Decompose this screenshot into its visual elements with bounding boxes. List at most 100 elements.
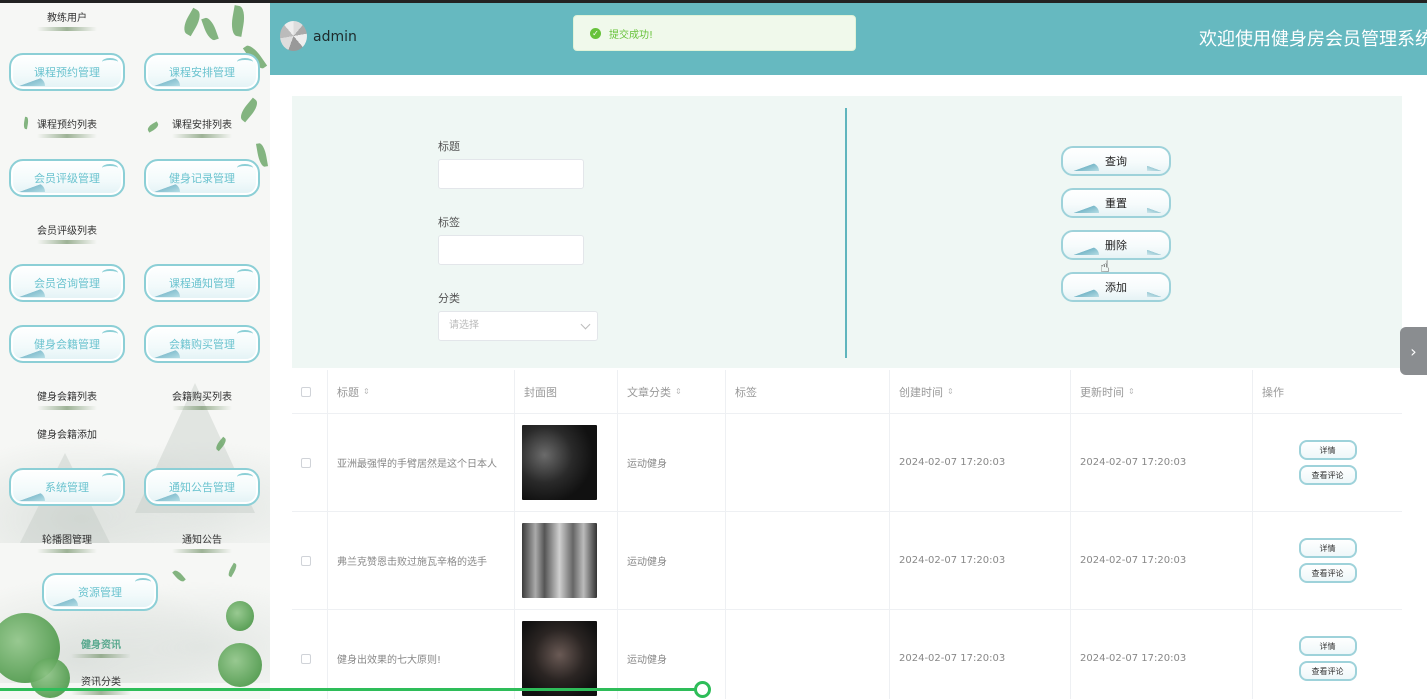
column-category-label: 文章分类 <box>627 385 671 399</box>
created-cell: 2024-02-07 17:20:03 <box>890 610 1071 699</box>
tag-cell <box>726 610 890 699</box>
category-select[interactable]: 请选择 <box>438 311 598 341</box>
video-progress-bar[interactable] <box>0 688 703 691</box>
detail-button[interactable]: 详情 <box>1298 636 1357 656</box>
created-cell: 2024-02-07 17:20:03 <box>890 512 1071 609</box>
submenu-course-schedule-list[interactable]: 课程安排列表 <box>147 116 257 138</box>
hand-cursor-icon: ☝ <box>1100 257 1110 276</box>
success-check-icon: ✓ <box>590 27 601 39</box>
chevron-down-icon <box>580 319 591 330</box>
category-cell: 运动健身 <box>618 512 726 609</box>
column-header-cover: 封面图 <box>515 370 618 413</box>
menu-membership-purchase[interactable]: 会籍购买管理 <box>144 325 260 363</box>
leaf-decoration <box>180 7 204 37</box>
submenu-news-category[interactable]: 资讯分类 <box>46 673 156 695</box>
table-row: 弗兰克赞恩击败过施瓦辛格的选手 运动健身 2024-02-07 17:20:03… <box>292 512 1402 610</box>
sort-caret-icon[interactable]: ⇕ <box>675 387 682 396</box>
submenu-course-booking-list[interactable]: 课程预约列表 <box>12 116 122 138</box>
column-header-title[interactable]: 标题 ⇕ <box>328 370 515 413</box>
top-header: admin ✓ 提交成功! 欢迎使用健身房会员管理系统 <box>270 3 1427 75</box>
menu-membership[interactable]: 健身会籍管理 <box>9 325 125 363</box>
column-title-label: 标题 <box>337 385 359 399</box>
actions-cell: 详情 查看评论 <box>1253 512 1402 609</box>
lotus-leaf-decoration <box>226 601 254 631</box>
reset-button[interactable]: 重置 <box>1061 188 1171 218</box>
title-input[interactable] <box>438 159 584 189</box>
category-label: 分类 <box>438 292 460 305</box>
sidebar: 教练用户 课程预约管理 课程安排管理 课程预约列表 课程安排列表 会员评级管理 … <box>0 3 270 699</box>
cover-cell <box>515 414 618 511</box>
sort-caret-icon[interactable]: ⇕ <box>947 387 954 396</box>
updated-cell: 2024-02-07 17:20:03 <box>1071 512 1253 609</box>
column-header-updated[interactable]: 更新时间 ⇕ <box>1071 370 1253 413</box>
tag-input[interactable] <box>438 235 584 265</box>
submenu-carousel[interactable]: 轮播图管理 <box>12 531 122 553</box>
cover-image[interactable] <box>522 621 597 696</box>
category-cell: 运动健身 <box>618 414 726 511</box>
submenu-member-rating-list[interactable]: 会员评级列表 <box>12 222 122 244</box>
panel-divider <box>845 108 847 358</box>
tag-cell <box>726 512 890 609</box>
query-button[interactable]: 查询 <box>1061 146 1171 176</box>
search-panel: 标题 标签 分类 请选择 查询 重置 删除 添加 <box>292 96 1402 368</box>
delete-button[interactable]: 删除 <box>1061 230 1171 260</box>
menu-resources[interactable]: 资源管理 <box>42 573 158 611</box>
updated-cell: 2024-02-07 17:20:03 <box>1071 414 1253 511</box>
submenu-membership-list[interactable]: 健身会籍列表 <box>12 388 122 410</box>
title-cell: 亚洲最强悍的手臂居然是这个日本人 <box>328 414 515 511</box>
table-row: 亚洲最强悍的手臂居然是这个日本人 运动健身 2024-02-07 17:20:0… <box>292 414 1402 512</box>
chevron-right-icon[interactable]: › <box>1400 327 1427 375</box>
actions-cell: 详情 查看评论 <box>1253 610 1402 699</box>
tag-label: 标签 <box>438 216 460 229</box>
column-cover-label: 封面图 <box>524 385 557 399</box>
sidebar-item-coach-users[interactable]: 教练用户 <box>12 9 122 31</box>
column-header-actions: 操作 <box>1253 370 1402 413</box>
submenu-announcement[interactable]: 通知公告 <box>147 531 257 553</box>
column-tag-label: 标签 <box>735 385 757 399</box>
table-row: 健身出效果的七大原则! 运动健身 2024-02-07 17:20:03 202… <box>292 610 1402 699</box>
cover-image[interactable] <box>522 425 597 500</box>
select-all-cell <box>292 370 328 413</box>
menu-member-consult[interactable]: 会员咨询管理 <box>9 264 125 302</box>
created-cell: 2024-02-07 17:20:03 <box>890 414 1071 511</box>
menu-course-schedule[interactable]: 课程安排管理 <box>144 53 260 91</box>
leaf-decoration <box>255 142 269 168</box>
avatar[interactable] <box>280 21 307 51</box>
column-header-created[interactable]: 创建时间 ⇕ <box>890 370 1071 413</box>
submenu-fitness-news[interactable]: 健身资讯 <box>46 636 156 658</box>
submenu-membership-purchase-list[interactable]: 会籍购买列表 <box>147 388 257 410</box>
column-updated-label: 更新时间 <box>1080 385 1124 399</box>
detail-button[interactable]: 详情 <box>1298 538 1357 558</box>
view-comments-button[interactable]: 查看评论 <box>1298 661 1357 681</box>
column-actions-label: 操作 <box>1262 385 1284 399</box>
detail-button[interactable]: 详情 <box>1298 440 1357 460</box>
row-checkbox[interactable] <box>301 555 311 566</box>
row-select-cell <box>292 610 328 699</box>
menu-member-rating[interactable]: 会员评级管理 <box>9 159 125 197</box>
title-cell: 健身出效果的七大原则! <box>328 610 515 699</box>
success-toast: ✓ 提交成功! <box>573 15 856 51</box>
leaf-decoration <box>201 16 219 42</box>
view-comments-button[interactable]: 查看评论 <box>1298 465 1357 485</box>
site-title: 欢迎使用健身房会员管理系统 <box>1199 29 1427 50</box>
menu-course-booking[interactable]: 课程预约管理 <box>9 53 125 91</box>
select-all-checkbox[interactable] <box>301 386 311 397</box>
sort-caret-icon[interactable]: ⇕ <box>1128 387 1135 396</box>
column-header-category[interactable]: 文章分类 ⇕ <box>618 370 726 413</box>
username: admin <box>313 29 357 45</box>
window-top-border <box>0 0 1427 3</box>
row-checkbox[interactable] <box>301 653 311 664</box>
menu-system[interactable]: 系统管理 <box>9 468 125 506</box>
progress-handle[interactable] <box>694 681 711 698</box>
menu-announcement[interactable]: 通知公告管理 <box>144 468 260 506</box>
cover-image[interactable] <box>522 523 597 598</box>
sort-caret-icon[interactable]: ⇕ <box>363 387 370 396</box>
add-button[interactable]: 添加 <box>1061 272 1171 302</box>
menu-course-notice[interactable]: 课程通知管理 <box>144 264 260 302</box>
menu-fitness-record[interactable]: 健身记录管理 <box>144 159 260 197</box>
cover-cell <box>515 512 618 609</box>
submenu-membership-add[interactable]: 健身会籍添加 <box>12 426 122 441</box>
view-comments-button[interactable]: 查看评论 <box>1298 563 1357 583</box>
row-checkbox[interactable] <box>301 457 311 468</box>
title-label: 标题 <box>438 140 460 153</box>
